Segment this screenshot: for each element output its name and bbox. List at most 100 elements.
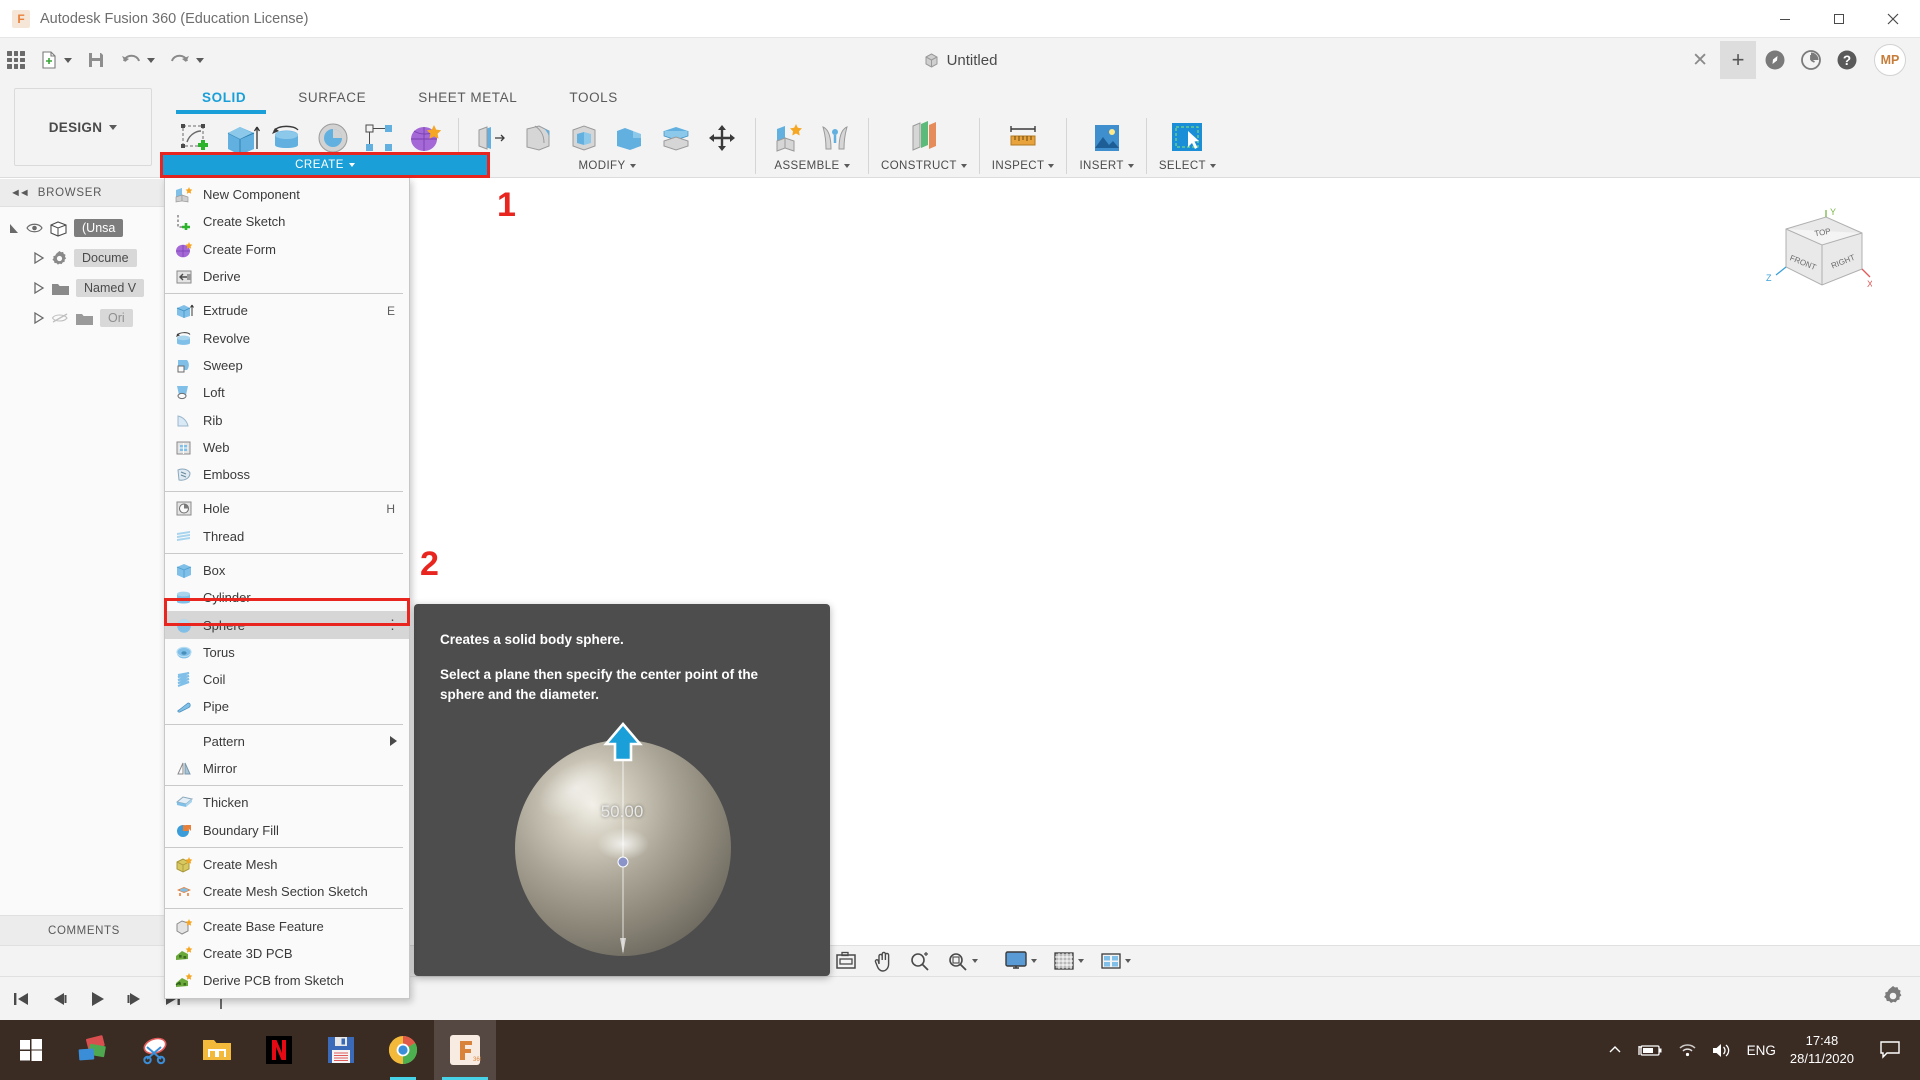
menu-item-pattern[interactable]: Pattern xyxy=(165,728,409,755)
ribbon-group-inspect-label[interactable]: INSPECT xyxy=(992,160,1055,172)
save-icon[interactable] xyxy=(79,42,113,78)
app-grid-icon[interactable] xyxy=(0,42,32,78)
redo-icon[interactable] xyxy=(162,42,211,78)
maximize-button[interactable] xyxy=(1812,0,1866,38)
joint-icon[interactable] xyxy=(814,118,856,158)
overflow-menu-icon[interactable]: ⋮ xyxy=(386,618,409,632)
ribbon-group-insert-label[interactable]: INSERT xyxy=(1079,160,1134,172)
menu-item-sphere[interactable]: Sphere ⋮ xyxy=(165,611,409,639)
menu-item-loft[interactable]: Loft xyxy=(165,379,409,406)
clock[interactable]: 17:48 28/11/2020 xyxy=(1790,1032,1854,1067)
tab-solid[interactable]: SOLID xyxy=(176,84,272,113)
menu-item-cylinder[interactable]: Cylinder xyxy=(165,584,409,611)
menu-item-torus[interactable]: Torus xyxy=(165,639,409,666)
settings-gear-icon[interactable] xyxy=(1882,985,1904,1012)
browser-item-named-views[interactable]: Named V xyxy=(0,273,167,303)
menu-item-hole[interactable]: Hole H xyxy=(165,495,409,522)
job-status-icon[interactable] xyxy=(1758,43,1792,77)
action-center-icon[interactable] xyxy=(1868,1020,1912,1080)
tab-sheet-metal[interactable]: SHEET METAL xyxy=(392,84,543,113)
combine-icon[interactable] xyxy=(609,118,651,158)
offset-plane-icon[interactable] xyxy=(903,118,945,158)
close-button[interactable] xyxy=(1866,0,1920,38)
revolve-icon[interactable] xyxy=(266,118,308,158)
new-tab-button[interactable]: + xyxy=(1720,41,1756,79)
menu-item-coil[interactable]: Coil xyxy=(165,666,409,693)
ribbon-group-select-label[interactable]: SELECT xyxy=(1159,160,1216,172)
expand-triangle-icon[interactable] xyxy=(32,311,45,325)
minimize-button[interactable] xyxy=(1758,0,1812,38)
new-file-icon[interactable] xyxy=(32,42,79,78)
create-dropdown-menu[interactable]: New Component Create Sketch Create Form … xyxy=(164,178,410,1000)
avatar[interactable]: MP xyxy=(1874,44,1906,76)
taskbar-app-file-explorer[interactable] xyxy=(186,1020,248,1080)
press-pull-icon[interactable] xyxy=(471,118,513,158)
taskbar-app-save-disk[interactable] xyxy=(310,1020,372,1080)
menu-item-pipe[interactable]: Pipe xyxy=(165,693,409,720)
menu-item-create-mesh-section-sketch[interactable]: Create Mesh Section Sketch xyxy=(165,878,409,905)
menu-item-thread[interactable]: Thread xyxy=(165,523,409,550)
taskbar-app-fusion360[interactable]: 360 xyxy=(434,1020,496,1080)
create-sketch-icon[interactable] xyxy=(174,118,216,158)
sweep-icon[interactable] xyxy=(312,118,354,158)
menu-item-rib[interactable]: Rib xyxy=(165,406,409,433)
taskbar-app-photos[interactable] xyxy=(62,1020,124,1080)
menu-item-boundary-fill[interactable]: Boundary Fill xyxy=(165,817,409,844)
measure-icon[interactable] xyxy=(1002,118,1044,158)
menu-item-create-base-feature[interactable]: Create Base Feature xyxy=(165,912,409,939)
play-icon[interactable] xyxy=(86,988,108,1010)
select-window-icon[interactable] xyxy=(1166,118,1208,158)
menu-item-thicken[interactable]: Thicken xyxy=(165,789,409,816)
menu-item-emboss[interactable]: Emboss xyxy=(165,461,409,488)
speaker-icon[interactable] xyxy=(1711,1042,1733,1059)
design-workspace-selector[interactable]: DESIGN xyxy=(14,88,152,166)
undo-icon[interactable] xyxy=(113,42,162,78)
insert-image-icon[interactable] xyxy=(1086,118,1128,158)
chevron-down-icon[interactable] xyxy=(1030,959,1037,963)
taskbar-app-snipping-tool[interactable] xyxy=(124,1020,186,1080)
tab-tools[interactable]: TOOLS xyxy=(543,84,644,113)
menu-item-revolve[interactable]: Revolve xyxy=(165,324,409,351)
recent-icon[interactable] xyxy=(1794,43,1828,77)
new-component-icon[interactable] xyxy=(768,118,810,158)
collapse-left-icon[interactable]: ◄◄ xyxy=(10,187,30,199)
menu-item-derive[interactable]: Derive xyxy=(165,263,409,290)
chevron-down-icon[interactable] xyxy=(64,57,72,63)
eye-icon[interactable] xyxy=(26,222,43,234)
create-dropdown-header[interactable]: CREATE xyxy=(163,155,487,175)
offset-face-icon[interactable] xyxy=(655,118,697,158)
chevron-down-icon[interactable] xyxy=(196,57,204,63)
wifi-icon[interactable] xyxy=(1677,1042,1697,1058)
menu-item-create-sketch[interactable]: Create Sketch xyxy=(165,208,409,235)
step-forward-icon[interactable] xyxy=(124,988,146,1010)
start-button[interactable] xyxy=(0,1020,62,1080)
menu-item-create-form[interactable]: Create Form xyxy=(165,236,409,263)
chevron-down-icon[interactable] xyxy=(1124,959,1131,963)
menu-item-mirror[interactable]: Mirror xyxy=(165,755,409,782)
battery-charging-icon[interactable] xyxy=(1637,1042,1663,1058)
chevron-down-icon[interactable] xyxy=(147,57,155,63)
extrude-icon[interactable] xyxy=(220,118,262,158)
expand-triangle-icon[interactable] xyxy=(32,281,45,295)
expand-triangle-icon[interactable] xyxy=(8,222,20,235)
taskbar-app-chrome[interactable] xyxy=(372,1020,434,1080)
zoom-window-icon[interactable] xyxy=(944,951,981,971)
ribbon-group-construct-label[interactable]: CONSTRUCT xyxy=(881,160,967,172)
viewports-icon[interactable] xyxy=(1097,950,1134,972)
chevron-down-icon[interactable] xyxy=(1077,959,1084,963)
close-tab-button[interactable]: ✕ xyxy=(1682,49,1718,72)
chevron-up-icon[interactable] xyxy=(1607,1043,1623,1057)
menu-item-extrude[interactable]: Extrude E xyxy=(165,297,409,324)
menu-item-create-3d-pcb[interactable]: Create 3D PCB xyxy=(165,940,409,967)
browser-item-origin[interactable]: Ori xyxy=(0,303,167,333)
grid-snaps-icon[interactable] xyxy=(1050,950,1087,972)
menu-item-new-component[interactable]: New Component xyxy=(165,181,409,208)
fillet-icon[interactable] xyxy=(517,118,559,158)
zoom-icon[interactable] xyxy=(906,951,934,971)
step-back-icon[interactable] xyxy=(48,988,70,1010)
language-indicator[interactable]: ENG xyxy=(1747,1043,1776,1058)
tab-surface[interactable]: SURFACE xyxy=(272,84,392,113)
menu-item-web[interactable]: Web xyxy=(165,434,409,461)
display-settings-icon[interactable] xyxy=(1001,950,1040,972)
create-form-icon[interactable] xyxy=(404,118,446,158)
